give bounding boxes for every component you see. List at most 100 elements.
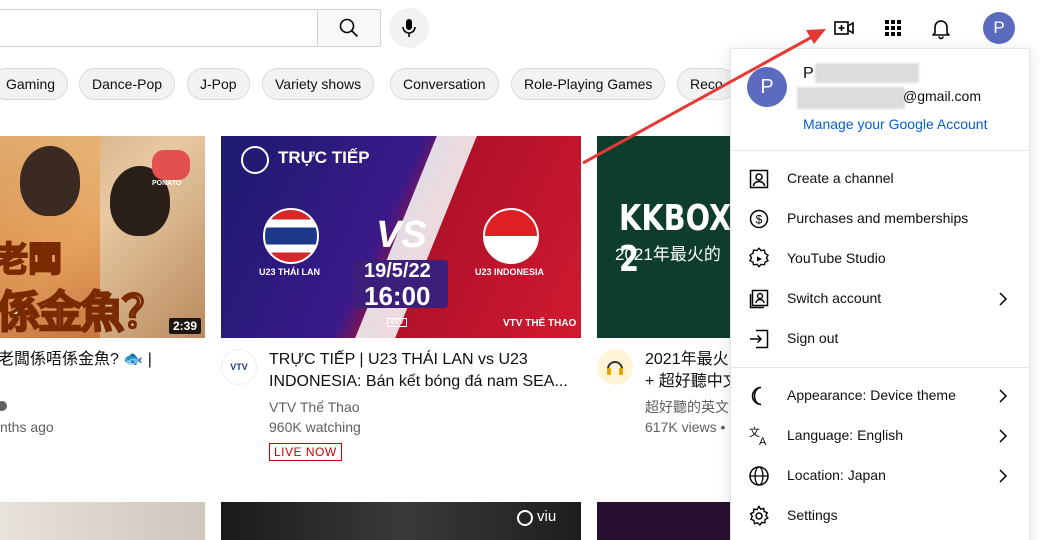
chevron-right-icon xyxy=(999,469,1008,483)
chevron-right-icon xyxy=(999,389,1008,403)
account-menu-avatar: P xyxy=(747,67,787,107)
channel-name[interactable]: VTV Thể Thao xyxy=(269,397,360,417)
channel-avatar[interactable] xyxy=(597,349,633,385)
view-count: 617K views • xyxy=(645,419,726,435)
menu-item-label: Language: English xyxy=(787,427,903,443)
create-button[interactable] xyxy=(828,12,860,44)
gear-icon xyxy=(749,505,769,527)
menu-item-label: Location: Japan xyxy=(787,467,886,483)
search-button[interactable] xyxy=(317,9,381,47)
video-thumbnail[interactable] xyxy=(0,502,205,540)
account-email: @gmail.com xyxy=(903,88,982,104)
menu-item-label: Purchases and memberships xyxy=(787,210,969,226)
redacted-email xyxy=(797,87,905,109)
svg-text:A: A xyxy=(759,436,767,448)
microphone-icon xyxy=(402,19,416,37)
chip-dance-pop[interactable]: Dance-Pop xyxy=(79,68,176,100)
match-time: 16:00 xyxy=(364,281,431,311)
voice-search-button[interactable] xyxy=(389,8,429,48)
switch-account-icon xyxy=(749,289,769,309)
menu-item-location[interactable]: Location: Japan xyxy=(731,456,1029,496)
sign-out-icon xyxy=(750,329,769,349)
headphones-icon xyxy=(607,361,623,375)
sea-games-logo xyxy=(241,146,269,174)
menu-item-purchases[interactable]: $ Purchases and memberships xyxy=(731,199,1029,239)
video-title-line2[interactable]: INDONESIA: Bán kết bóng đá nam SEA... xyxy=(269,371,569,393)
video-thumbnail[interactable] xyxy=(597,502,737,540)
redacted-name xyxy=(815,63,919,83)
search-input[interactable] xyxy=(0,9,318,47)
live-now-badge: LIVE NOW xyxy=(269,443,342,461)
video-title-line1[interactable]: 2021年最火 xyxy=(645,349,735,371)
menu-item-create-channel[interactable]: Create a channel xyxy=(731,159,1029,199)
video-thumbnail[interactable]: TRỰC TIẾP U23 THÁI LAN U23 INDONESIA VS … xyxy=(221,136,581,338)
indonesia-flag-icon xyxy=(483,208,539,264)
thumb-caption-bottom: 係金魚？ xyxy=(0,286,167,338)
thumb-subtitle: 2021年最火的 xyxy=(615,245,721,264)
search-icon xyxy=(339,18,359,38)
menu-item-label: Sign out xyxy=(787,330,839,346)
apps-grid-icon xyxy=(885,20,901,36)
video-thumbnail[interactable]: 老闆 係金魚？ PONATO 2:39 xyxy=(0,136,205,338)
chevron-right-icon xyxy=(999,292,1008,306)
account-menu: P P @gmail.com Manage your Google Accoun… xyxy=(730,48,1030,540)
verified-icon xyxy=(0,397,8,417)
vtv-badge: VTV xyxy=(387,318,407,327)
account-avatar-button[interactable]: P xyxy=(983,12,1015,44)
chip-j-pop[interactable]: J-Pop xyxy=(187,68,250,100)
menu-item-language[interactable]: 文 A Language: English xyxy=(731,416,1029,456)
team-left-label: U23 THÁI LAN xyxy=(259,267,321,277)
filter-chips-bar: Gaming Dance-Pop J-Pop Variety shows Con… xyxy=(0,66,740,102)
video-thumbnail[interactable]: KKBOX 2 2021年最火的 xyxy=(597,136,737,338)
thumb-title: KKBOX 2 xyxy=(619,198,732,280)
vtv-brand: VTV THỂ THAO xyxy=(503,318,577,329)
svg-text:$: $ xyxy=(756,213,763,227)
video-title[interactable]: 老闆係唔係金魚? 🐟 | xyxy=(0,349,198,371)
menu-item-label: Switch account xyxy=(787,290,882,306)
menu-item-label: Settings xyxy=(787,507,838,523)
video-duration: 2:39 xyxy=(168,318,201,334)
video-age: nths ago xyxy=(0,419,54,435)
thailand-flag-icon xyxy=(263,208,319,264)
video-title-line2[interactable]: + 超好聽中文 xyxy=(645,371,735,393)
menu-item-appearance[interactable]: Appearance: Device theme xyxy=(731,376,1029,416)
moon-icon xyxy=(751,386,762,406)
menu-item-settings[interactable]: Settings xyxy=(731,496,1029,536)
thumb-live-label: TRỰC TIẾP xyxy=(278,148,370,167)
thumb-caption-top: 老闆 xyxy=(0,239,63,281)
channel-name[interactable]: 超好聽的英文 xyxy=(645,397,735,417)
notifications-button[interactable] xyxy=(925,12,957,44)
ponato-logo xyxy=(152,150,190,180)
menu-item-switch-account[interactable]: Switch account xyxy=(731,279,1029,319)
channel-avatar-text: VTV xyxy=(230,362,248,372)
viu-logo-text: viu xyxy=(537,508,557,525)
video-title-line1[interactable]: TRỰC TIẾP | U23 THÁI LAN vs U23 xyxy=(269,349,569,371)
account-menu-header: P P @gmail.com Manage your Google Accoun… xyxy=(731,49,1029,151)
thumb-vs-text: VS xyxy=(376,214,427,256)
menu-divider xyxy=(731,367,1029,368)
chip-variety-shows[interactable]: Variety shows xyxy=(262,68,375,100)
chevron-right-icon xyxy=(999,429,1008,443)
translate-icon: 文 A xyxy=(749,425,767,448)
video-plus-icon xyxy=(834,21,854,35)
manage-google-account-link[interactable]: Manage your Google Account xyxy=(803,116,987,132)
viewer-count: 960K watching xyxy=(269,419,361,435)
match-date: 19/5/22 xyxy=(364,260,431,282)
globe-icon xyxy=(749,466,769,486)
menu-item-youtube-studio[interactable]: YouTube Studio xyxy=(731,239,1029,279)
chip-role-playing-games[interactable]: Role-Playing Games xyxy=(511,68,666,100)
team-right-label: U23 INDONESIA xyxy=(475,267,545,277)
chip-gaming[interactable]: Gaming xyxy=(0,68,69,100)
viu-logo-icon xyxy=(517,510,533,526)
video-thumbnail[interactable]: viu xyxy=(221,502,581,540)
menu-item-sign-out[interactable]: Sign out xyxy=(731,319,1029,359)
account-name: P xyxy=(803,65,814,82)
menu-item-label: Appearance: Device theme xyxy=(787,387,956,403)
channel-avatar[interactable]: VTV xyxy=(221,349,257,385)
ponato-logo-text: PONATO xyxy=(152,180,182,187)
chip-recommended[interactable]: Reco xyxy=(677,68,736,100)
menu-item-label: Create a channel xyxy=(787,170,894,186)
menu-item-label: YouTube Studio xyxy=(787,250,886,266)
apps-button[interactable] xyxy=(877,12,909,44)
chip-conversation[interactable]: Conversation xyxy=(390,68,499,100)
